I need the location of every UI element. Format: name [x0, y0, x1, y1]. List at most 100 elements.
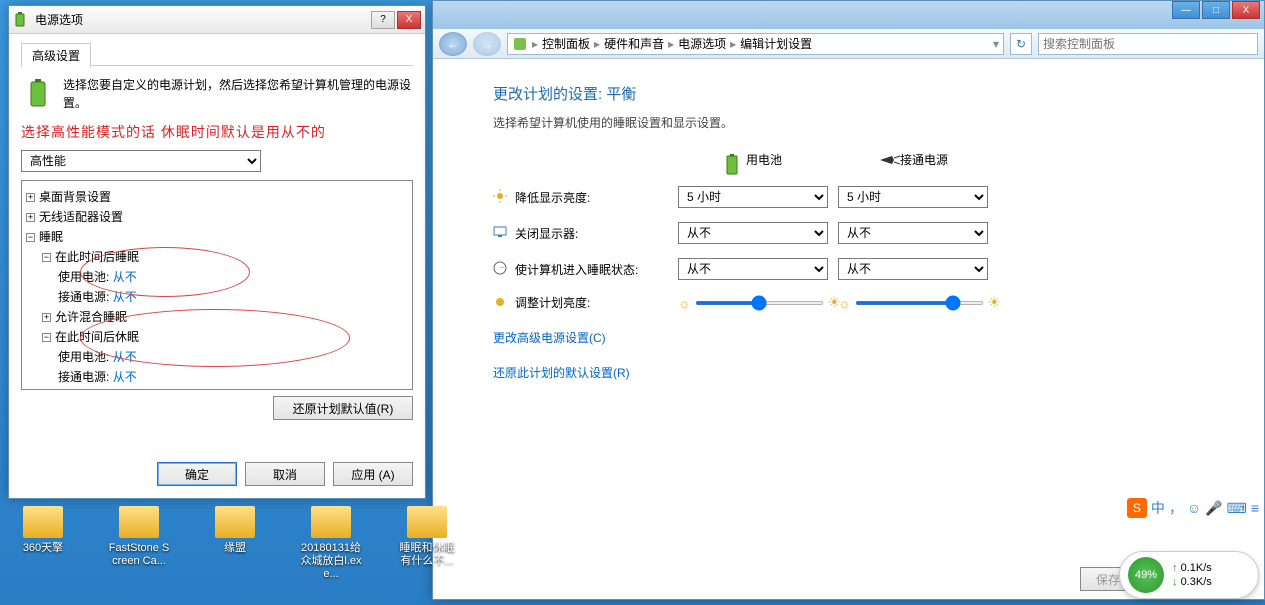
battery-icon [13, 12, 29, 28]
close-button[interactable]: X [1232, 1, 1260, 19]
desktop-icon[interactable]: 360天擎 [10, 506, 76, 582]
tree-value[interactable]: 从不 [113, 350, 137, 364]
link-restore-defaults[interactable]: 还原此计划的默认设置(R) [493, 364, 1204, 381]
folder-icon [311, 506, 351, 538]
link-advanced-settings[interactable]: 更改高级电源设置(C) [493, 329, 1204, 346]
column-header-plugged: 接通电源 [900, 151, 948, 168]
minimize-button[interactable]: — [1172, 1, 1200, 19]
ime-lang-label[interactable]: 中 [1151, 498, 1165, 518]
expand-icon[interactable]: + [42, 313, 51, 322]
page-title: 更改计划的设置: 平衡 [493, 83, 1204, 104]
brightness-battery-slider[interactable] [695, 301, 824, 305]
tree-value[interactable]: 从不 [113, 290, 137, 304]
chevron-down-icon[interactable]: ▾ [993, 37, 999, 51]
sleep-battery-select[interactable]: 从不 [678, 258, 828, 280]
desktop-icon[interactable]: 20180131给众城放白l.exe... [298, 506, 364, 582]
desktop-icons: 360天擎 FastStone Screen Ca... 缘盟 20180131… [10, 506, 460, 582]
chevron-right-icon[interactable]: ▸ [594, 37, 600, 51]
refresh-button[interactable]: ↻ [1010, 33, 1032, 55]
page-subtitle: 选择希望计算机使用的睡眠设置和显示设置。 [493, 114, 1204, 131]
plug-icon [878, 152, 894, 168]
main-content: 更改计划的设置: 平衡 选择希望计算机使用的睡眠设置和显示设置。 用电池 接通电… [433, 59, 1264, 405]
brightness-icon [493, 295, 509, 311]
upload-speed: 0.1K/s [1172, 561, 1212, 575]
sun-dim-icon: ☼ [678, 295, 691, 311]
tree-value[interactable]: 从不 [113, 370, 137, 384]
close-button[interactable]: X [397, 11, 421, 29]
ok-button[interactable]: 确定 [157, 462, 237, 486]
cp-icon [512, 36, 528, 52]
chevron-right-icon[interactable]: ▸ [532, 37, 538, 51]
off-plugged-select[interactable]: 从不 [838, 222, 988, 244]
sleep-icon [493, 261, 509, 277]
breadcrumb-item[interactable]: 电源选项 [678, 35, 726, 52]
breadcrumb-item[interactable]: 编辑计划设置 [740, 35, 812, 52]
off-battery-select[interactable]: 从不 [678, 222, 828, 244]
desktop-icon[interactable]: FastStone Screen Ca... [106, 506, 172, 582]
cancel-button[interactable]: 取消 [245, 462, 325, 486]
tree-key: 使用电池: [58, 270, 109, 284]
help-button[interactable]: ? [371, 11, 395, 29]
monitor-icon [493, 225, 509, 241]
ime-keyboard-icon[interactable]: ⌨ [1227, 500, 1247, 517]
restore-defaults-button[interactable]: 还原计划默认值(R) [273, 396, 413, 420]
tree-item[interactable]: 无线适配器设置 [39, 210, 123, 224]
tree-item[interactable]: 允许混合睡眠 [55, 310, 127, 324]
nav-forward-button[interactable]: → [473, 32, 501, 56]
row-label-brightness: 调整计划亮度: [515, 294, 590, 311]
maximize-button[interactable]: □ [1202, 1, 1230, 19]
expand-icon[interactable]: + [26, 213, 35, 222]
power-options-dialog: 电源选项 ? X 高级设置 选择您要自定义的电源计划，然后选择您希望计算机管理的… [8, 5, 426, 499]
battery-large-icon [21, 76, 55, 110]
sleep-plugged-select[interactable]: 从不 [838, 258, 988, 280]
column-header-battery: 用电池 [746, 151, 782, 168]
folder-icon [215, 506, 255, 538]
collapse-icon[interactable]: − [42, 253, 51, 262]
desktop-icon[interactable]: 缘盟 [202, 506, 268, 582]
tree-key: 接通电源: [58, 370, 109, 384]
brightness-plugged-slider[interactable] [855, 301, 984, 305]
apply-button[interactable]: 应用 (A) [333, 462, 413, 486]
network-speed-widget[interactable]: 49% 0.1K/s 0.3K/s [1119, 551, 1259, 599]
search-input[interactable] [1038, 33, 1258, 55]
cpu-usage-badge: 49% [1128, 557, 1164, 593]
collapse-icon[interactable]: − [26, 233, 35, 242]
chevron-right-icon[interactable]: ▸ [730, 37, 736, 51]
power-plan-select[interactable]: 高性能 [21, 150, 261, 172]
collapse-icon[interactable]: − [42, 333, 51, 342]
settings-tree[interactable]: +桌面背景设置 +无线适配器设置 −睡眠 −在此时间后睡眠 使用电池: 从不 接… [21, 180, 413, 390]
ime-punct-icon[interactable]: ， [1169, 498, 1183, 518]
tab-advanced[interactable]: 高级设置 [21, 43, 91, 68]
ime-toolbar[interactable]: S 中 ， ☺ 🎤 ⌨ ≡ [1127, 498, 1259, 518]
battery-icon [724, 152, 740, 168]
ime-menu-icon[interactable]: ≡ [1251, 500, 1259, 516]
ime-mic-icon[interactable]: 🎤 [1205, 500, 1222, 517]
red-annotation: 选择高性能模式的话 休眠时间默认是用从不的 [21, 122, 413, 142]
tree-item[interactable]: 睡眠 [39, 230, 63, 244]
row-label-sleep: 使计算机进入睡眠状态: [515, 261, 638, 278]
tree-item[interactable]: 在此时间后睡眠 [55, 250, 139, 264]
dialog-info-text: 选择您要自定义的电源计划，然后选择您希望计算机管理的电源设置。 [63, 76, 413, 112]
tree-item[interactable]: 在此时间后休眠 [55, 330, 139, 344]
window-titlebar[interactable]: — □ X [433, 1, 1264, 29]
breadcrumb-item[interactable]: 控制面板 [542, 35, 590, 52]
expand-icon[interactable]: + [26, 193, 35, 202]
breadcrumb[interactable]: ▸ 控制面板 ▸ 硬件和声音 ▸ 电源选项 ▸ 编辑计划设置 ▾ [507, 33, 1004, 55]
row-label-dim: 降低显示亮度: [515, 189, 590, 206]
nav-back-button[interactable]: ← [439, 32, 467, 56]
breadcrumb-item[interactable]: 硬件和声音 [604, 35, 664, 52]
row-label-off: 关闭显示器: [515, 225, 578, 242]
dim-battery-select[interactable]: 5 小时 [678, 186, 828, 208]
navigation-bar: ← → ▸ 控制面板 ▸ 硬件和声音 ▸ 电源选项 ▸ 编辑计划设置 ▾ ↻ [433, 29, 1264, 59]
sogou-icon[interactable]: S [1127, 498, 1147, 518]
ime-emoji-icon[interactable]: ☺ [1187, 500, 1201, 516]
chevron-right-icon[interactable]: ▸ [668, 37, 674, 51]
tree-item[interactable]: 桌面背景设置 [39, 190, 111, 204]
desktop-icon[interactable]: 睡眠和休眠 有什么不... [394, 506, 460, 582]
dialog-titlebar[interactable]: 电源选项 ? X [9, 6, 425, 34]
tree-value[interactable]: 从不 [113, 270, 137, 284]
dim-plugged-select[interactable]: 5 小时 [838, 186, 988, 208]
sun-dim-icon: ☼ [838, 295, 851, 311]
sun-bright-icon: ☀ [988, 294, 1001, 311]
download-speed: 0.3K/s [1172, 575, 1212, 589]
